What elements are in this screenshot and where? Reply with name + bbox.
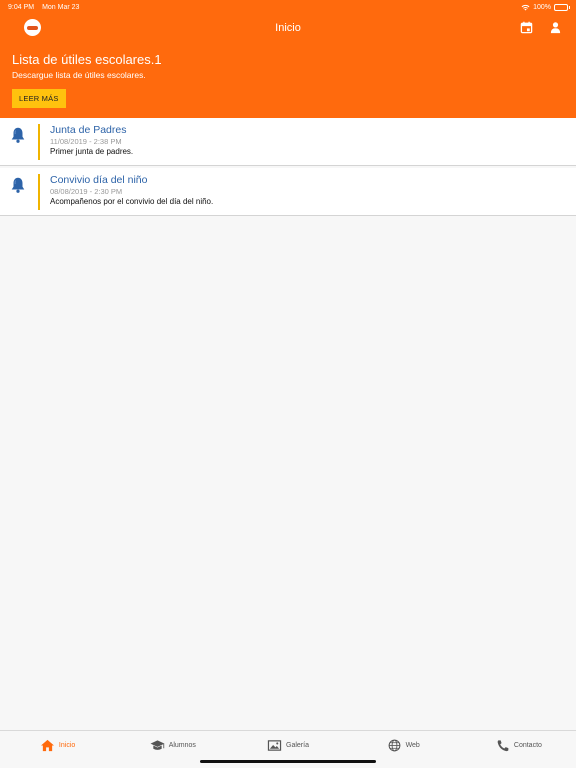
tab-inicio[interactable]: Inicio bbox=[0, 731, 115, 768]
battery-level: 100% bbox=[533, 3, 551, 11]
image-icon bbox=[267, 740, 282, 751]
tab-label: Galería bbox=[286, 742, 309, 749]
item-date: 08/08/2019 - 2:30 PM bbox=[50, 187, 123, 196]
list-item[interactable]: Convivio día del niño 08/08/2019 - 2:30 … bbox=[0, 168, 576, 216]
status-date: Mon Mar 23 bbox=[42, 3, 80, 11]
item-date: 11/08/2019 - 2:38 PM bbox=[50, 137, 122, 146]
banner-title: Lista de útiles escolares.1 bbox=[12, 52, 162, 67]
battery-icon bbox=[554, 3, 570, 11]
read-more-button[interactable]: LEER MÁS bbox=[12, 89, 66, 108]
school-logo[interactable] bbox=[24, 19, 41, 36]
item-title: Convivio día del niño bbox=[50, 174, 148, 186]
nav-bar: Inicio bbox=[0, 14, 576, 42]
tab-label: Contacto bbox=[513, 742, 542, 749]
home-icon bbox=[40, 739, 54, 752]
item-title: Junta de Padres bbox=[50, 124, 127, 136]
status-time: 9:04 PM bbox=[8, 3, 35, 11]
featured-banner: Lista de útiles escolares.1 Descargue li… bbox=[0, 42, 576, 118]
status-bar: 9:04 PM Mon Mar 23 100% bbox=[0, 0, 576, 14]
graduation-cap-icon bbox=[150, 740, 165, 750]
phone-icon bbox=[497, 740, 509, 752]
banner-subtitle: Descargue lista de útiles escolares. bbox=[12, 70, 146, 80]
tab-label: Inicio bbox=[58, 742, 76, 749]
list-item[interactable]: Junta de Padres 11/08/2019 - 2:38 PM Pri… bbox=[0, 118, 576, 166]
user-icon[interactable] bbox=[549, 21, 562, 34]
item-accent-bar bbox=[38, 174, 40, 210]
tab-label: Web bbox=[405, 742, 420, 749]
globe-icon bbox=[388, 739, 400, 752]
bell-icon bbox=[11, 177, 25, 193]
item-description: Primer junta de padres. bbox=[50, 147, 134, 156]
item-description: Acompañenos por el convivio del día del … bbox=[50, 197, 214, 206]
home-indicator bbox=[200, 760, 376, 763]
wifi-icon bbox=[521, 4, 530, 10]
announcement-list: Junta de Padres 11/08/2019 - 2:38 PM Pri… bbox=[0, 118, 576, 218]
bell-icon bbox=[11, 127, 25, 143]
calendar-icon[interactable] bbox=[520, 21, 533, 34]
tab-contacto[interactable]: Contacto bbox=[461, 731, 576, 768]
page-title: Inicio bbox=[275, 22, 301, 34]
item-accent-bar bbox=[38, 124, 40, 160]
tab-label: Alumnos bbox=[168, 742, 196, 749]
